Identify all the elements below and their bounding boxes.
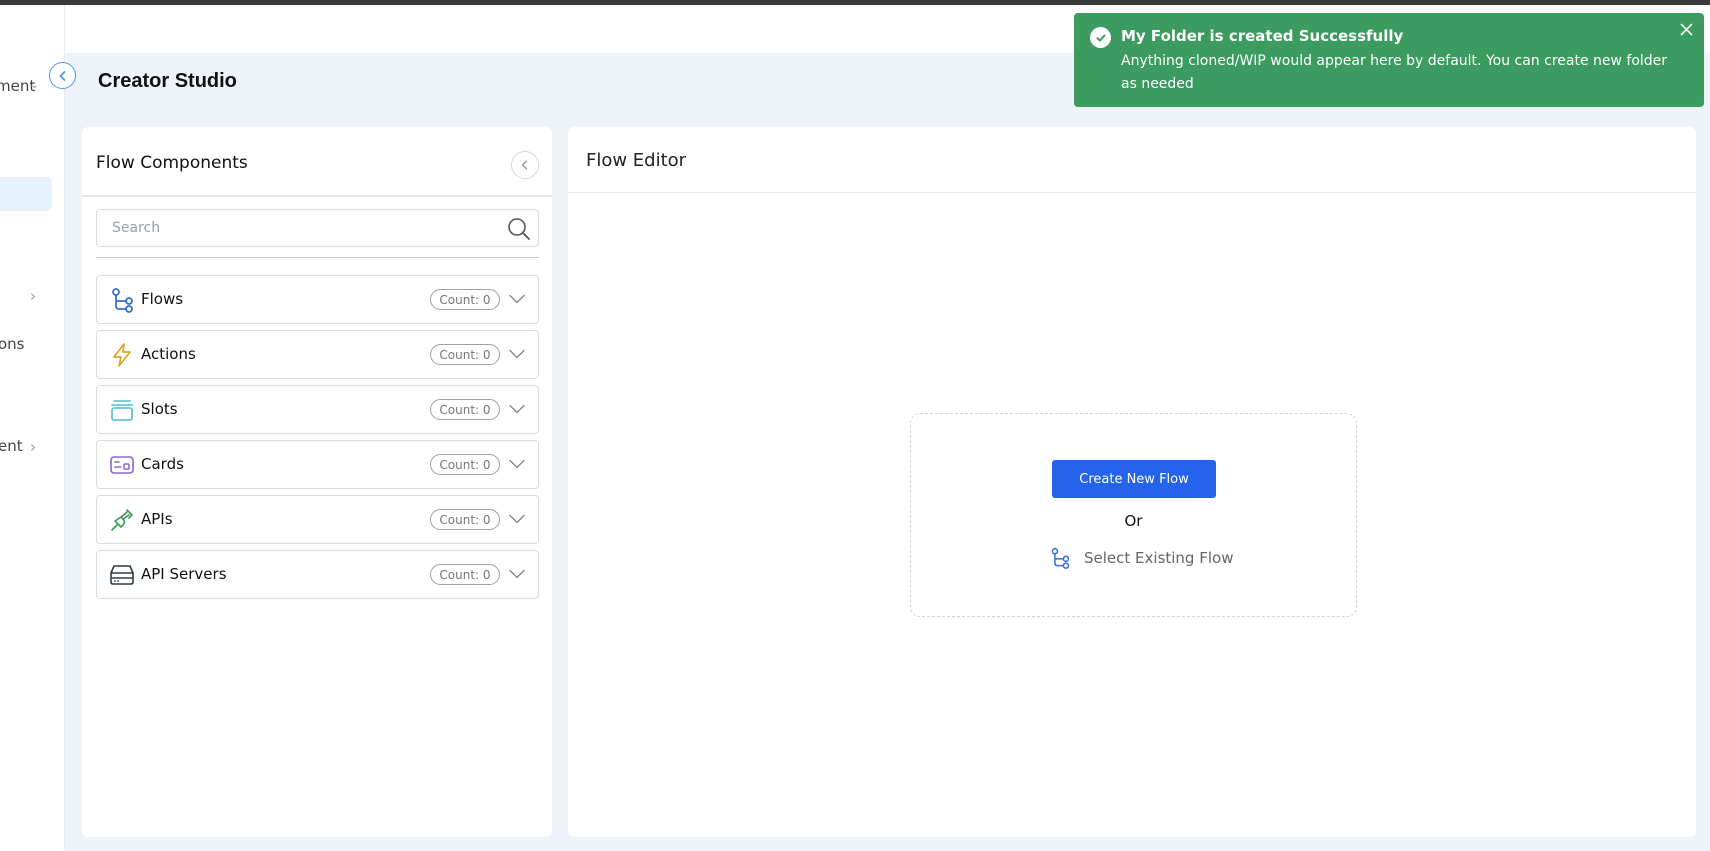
lightning-icon: [113, 343, 131, 367]
component-list: Flows Count: 0 Actions Count: 0 Slots Co…: [96, 275, 539, 605]
flow-icon: [112, 288, 133, 313]
slots-icon: [111, 400, 133, 421]
left-nav: ment ⌄ › ons ent ›: [0, 5, 65, 851]
nav-item-active[interactable]: [0, 177, 52, 211]
chevron-right-icon[interactable]: ›: [30, 287, 36, 305]
toast-title: My Folder is created Successfully: [1121, 27, 1404, 45]
sidebar-collapse-button[interactable]: [49, 62, 76, 89]
nav-item-label[interactable]: ons: [0, 335, 25, 353]
panel-collapse-button[interactable]: [511, 151, 539, 179]
chevron-down-icon[interactable]: [508, 455, 526, 473]
close-icon: [1680, 23, 1692, 35]
chevron-left-icon: [59, 70, 65, 81]
component-item-actions[interactable]: Actions Count: 0: [96, 330, 539, 379]
component-label: APIs: [141, 510, 173, 528]
chevron-down-icon[interactable]: [508, 345, 526, 363]
component-label: Actions: [141, 345, 196, 363]
component-label: Cards: [141, 455, 184, 473]
flow-editor-panel: Flow Editor Create New Flow Or Select Ex…: [568, 127, 1696, 837]
component-item-cards[interactable]: Cards Count: 0: [96, 440, 539, 489]
chevron-right-icon[interactable]: ›: [30, 438, 36, 456]
search-icon[interactable]: [506, 216, 532, 242]
count-badge: Count: 0: [430, 289, 500, 310]
plug-icon: [111, 509, 133, 531]
toast-close-button[interactable]: [1676, 19, 1696, 39]
search-input[interactable]: [97, 210, 492, 246]
create-new-flow-button[interactable]: Create New Flow: [1052, 460, 1216, 498]
component-item-slots[interactable]: Slots Count: 0: [96, 385, 539, 434]
component-label: Slots: [141, 400, 178, 418]
component-item-api-servers[interactable]: API Servers Count: 0: [96, 550, 539, 599]
component-item-flows[interactable]: Flows Count: 0: [96, 275, 539, 324]
divider: [96, 257, 539, 258]
panel-header: Flow Components: [82, 127, 552, 197]
count-badge: Count: 0: [430, 509, 500, 530]
check-circle-icon: [1090, 27, 1111, 48]
count-badge: Count: 0: [430, 564, 500, 585]
count-badge: Count: 0: [430, 344, 500, 365]
chevron-left-icon: [521, 160, 528, 170]
chevron-down-icon[interactable]: [508, 565, 526, 583]
editor-title: Flow Editor: [586, 150, 687, 171]
empty-state-box: Create New Flow Or Select Existing Flow: [910, 413, 1357, 617]
component-item-apis[interactable]: APIs Count: 0: [96, 495, 539, 544]
flow-icon: [1051, 547, 1070, 569]
count-badge: Count: 0: [430, 454, 500, 475]
nav-item-label[interactable]: ent: [0, 437, 23, 455]
success-toast: My Folder is created Successfully Anythi…: [1074, 13, 1704, 107]
select-existing-label: Select Existing Flow: [1084, 549, 1234, 567]
server-icon: [110, 565, 134, 585]
editor-header: Flow Editor: [568, 127, 1696, 193]
component-label: API Servers: [141, 565, 227, 583]
toast-message: Anything cloned/WIP would appear here by…: [1121, 53, 1668, 92]
component-label: Flows: [141, 290, 184, 308]
card-icon: [110, 456, 134, 474]
chevron-down-icon[interactable]: [508, 290, 526, 308]
chevron-down-icon[interactable]: [508, 400, 526, 418]
page-title: Creator Studio: [98, 70, 237, 92]
chevron-down-icon[interactable]: [508, 510, 526, 528]
chevron-down-icon[interactable]: ⌄: [30, 78, 39, 91]
flow-components-panel: Flow Components Flows Count: 0: [82, 127, 552, 837]
or-separator: Or: [1124, 512, 1143, 530]
search-box: [96, 209, 539, 247]
count-badge: Count: 0: [430, 399, 500, 420]
select-existing-flow-link[interactable]: Select Existing Flow: [1049, 546, 1233, 570]
panel-title: Flow Components: [96, 153, 248, 173]
